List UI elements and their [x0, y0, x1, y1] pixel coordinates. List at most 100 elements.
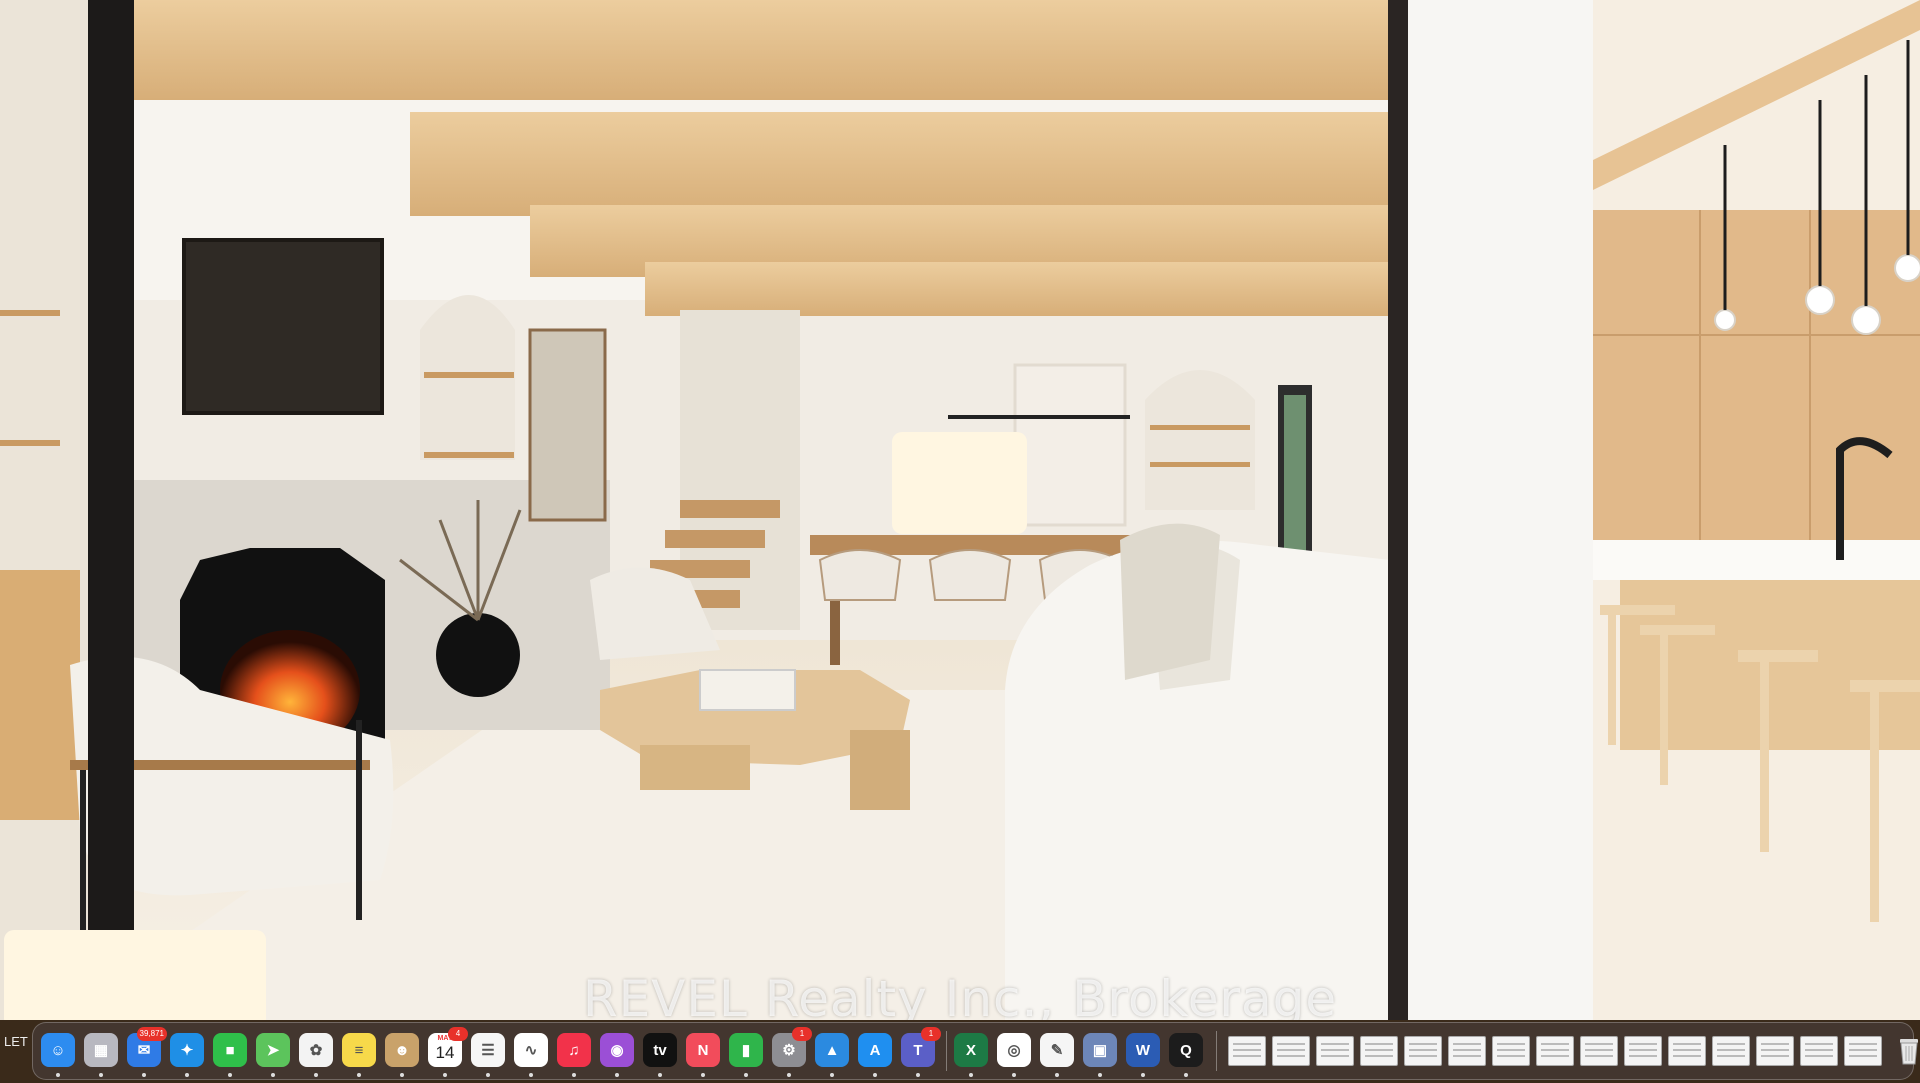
facetime-icon[interactable]: ■	[213, 1033, 247, 1067]
minimized-window-thumbnail[interactable]	[1272, 1036, 1310, 1066]
contacts-icon[interactable]: ☻	[385, 1033, 419, 1067]
dock-glyph: tv	[653, 1041, 667, 1059]
running-indicator	[271, 1073, 275, 1077]
dock-glyph: N	[697, 1041, 709, 1059]
quicktime-icon[interactable]: Q	[1169, 1033, 1203, 1067]
finder-icon[interactable]: ☺	[41, 1033, 75, 1067]
teams-icon[interactable]: T1	[901, 1027, 941, 1067]
running-indicator	[314, 1073, 318, 1077]
calendar-icon[interactable]: MAY 14 4	[428, 1027, 468, 1067]
chrome-icon[interactable]: ◎	[997, 1033, 1031, 1067]
running-indicator	[56, 1073, 60, 1077]
dock-separator	[946, 1031, 947, 1071]
dock-glyph: W	[1135, 1041, 1151, 1059]
dock-glyph: ▣	[1092, 1042, 1108, 1059]
running-indicator	[572, 1073, 576, 1077]
mail-icon[interactable]: ✉ 39,871	[127, 1027, 167, 1067]
dock-glyph: ➤	[266, 1042, 280, 1059]
music-icon[interactable]: ♫	[557, 1033, 591, 1067]
dock-glyph: ≡	[354, 1041, 364, 1059]
running-indicator	[529, 1073, 533, 1077]
calendar-day: 14	[435, 1043, 455, 1062]
notification-badge: 1	[792, 1027, 812, 1041]
minimized-window-thumbnail[interactable]	[1844, 1036, 1882, 1066]
dock-glyph: ◉	[610, 1042, 624, 1059]
minimized-window-thumbnail[interactable]	[1404, 1036, 1442, 1066]
dock-glyph: ☺	[50, 1041, 66, 1059]
notification-badge: 4	[448, 1027, 468, 1041]
running-indicator	[1012, 1073, 1016, 1077]
excel-icon[interactable]: X	[954, 1033, 988, 1067]
running-indicator	[744, 1073, 748, 1077]
textedit-icon[interactable]: ✎	[1040, 1033, 1074, 1067]
running-indicator	[615, 1073, 619, 1077]
dock-glyph: ✦	[180, 1042, 194, 1059]
notification-badge: 1	[921, 1027, 941, 1041]
safari-icon[interactable]: ✦	[170, 1033, 204, 1067]
running-indicator	[1184, 1073, 1188, 1077]
minimized-window-thumbnail[interactable]	[1228, 1036, 1266, 1066]
dock-glyph: ▮	[741, 1042, 751, 1059]
system-settings-icon[interactable]: ⚙ 1	[772, 1027, 812, 1067]
dock-glyph: ✿	[309, 1042, 323, 1059]
dock-glyph: ■	[225, 1041, 235, 1059]
running-indicator	[486, 1073, 490, 1077]
preview-icon[interactable]: ▣	[1083, 1033, 1117, 1067]
podcasts-icon[interactable]: ◉	[600, 1033, 634, 1067]
running-indicator	[787, 1073, 791, 1077]
dock-glyph: ☰	[481, 1042, 495, 1059]
dock-glyph: ▦	[93, 1042, 109, 1059]
minimized-window-thumbnail[interactable]	[1448, 1036, 1486, 1066]
listing-photo: REVEL Realty Inc., Brokerage	[0, 0, 1920, 1020]
dock-glyph: ☻	[394, 1041, 410, 1059]
dock-glyph: A	[869, 1041, 881, 1059]
dock-glyph: ✎	[1050, 1042, 1064, 1059]
info-overlay-box	[892, 432, 1027, 534]
minimized-window-thumbnail[interactable]	[1624, 1036, 1662, 1066]
dock-glyph: X	[965, 1041, 976, 1059]
keynote-icon[interactable]: ▲	[815, 1033, 849, 1067]
minimized-window-thumbnail[interactable]	[1536, 1036, 1574, 1066]
news-icon[interactable]: N	[686, 1033, 720, 1067]
running-indicator	[1141, 1073, 1145, 1077]
notes-icon[interactable]: ≡	[342, 1033, 376, 1067]
running-indicator	[873, 1073, 877, 1077]
notification-badge: 39,871	[136, 1027, 167, 1041]
app-store-icon[interactable]: A	[858, 1033, 892, 1067]
dock-glyph: ▲	[824, 1041, 840, 1059]
dock-glyph: ∿	[524, 1042, 538, 1059]
minimized-window-thumbnail[interactable]	[1316, 1036, 1354, 1066]
trash-icon[interactable]	[1892, 1033, 1920, 1067]
running-indicator	[658, 1073, 662, 1077]
minimized-window-thumbnail[interactable]	[1492, 1036, 1530, 1066]
running-indicator	[142, 1073, 146, 1077]
word-icon[interactable]: W	[1126, 1033, 1160, 1067]
running-indicator	[1098, 1073, 1102, 1077]
running-indicator	[916, 1073, 920, 1077]
apple-tv-icon[interactable]: tv	[643, 1033, 677, 1067]
freeform-icon[interactable]: ∿	[514, 1033, 548, 1067]
minimized-window-thumbnail[interactable]	[1756, 1036, 1794, 1066]
dock-glyph: Q	[1180, 1041, 1192, 1059]
minimized-window-thumbnail[interactable]	[1668, 1036, 1706, 1066]
maps-icon[interactable]: ➤	[256, 1033, 290, 1067]
running-indicator	[443, 1073, 447, 1077]
running-indicator	[99, 1073, 103, 1077]
minimized-window-thumbnail[interactable]	[1800, 1036, 1838, 1066]
dock-separator	[1216, 1031, 1217, 1071]
photos-icon[interactable]: ✿	[299, 1033, 333, 1067]
reminders-icon[interactable]: ☰	[471, 1033, 505, 1067]
minimized-window-thumbnail[interactable]	[1360, 1036, 1398, 1066]
launchpad-icon[interactable]: ▦	[84, 1033, 118, 1067]
dock-glyph: ◎	[1007, 1042, 1021, 1059]
minimized-window-thumbnail[interactable]	[1712, 1036, 1750, 1066]
running-indicator	[185, 1073, 189, 1077]
running-indicator	[701, 1073, 705, 1077]
numbers-icon[interactable]: ▮	[729, 1033, 763, 1067]
running-indicator	[400, 1073, 404, 1077]
running-indicator	[228, 1073, 232, 1077]
minimized-window-thumbnail[interactable]	[1580, 1036, 1618, 1066]
running-indicator	[969, 1073, 973, 1077]
macos-dock: ☺ ▦ ✉ 39,871 ✦ ■ ➤ ✿ ≡ ☻ MAY 14 4 ☰ ∿ ♫ ◉ tv N ▮ ⚙ 1 ▲ A T 1 X ◎ ✎ ▣ W…	[32, 1022, 1918, 1080]
running-indicator	[830, 1073, 834, 1077]
